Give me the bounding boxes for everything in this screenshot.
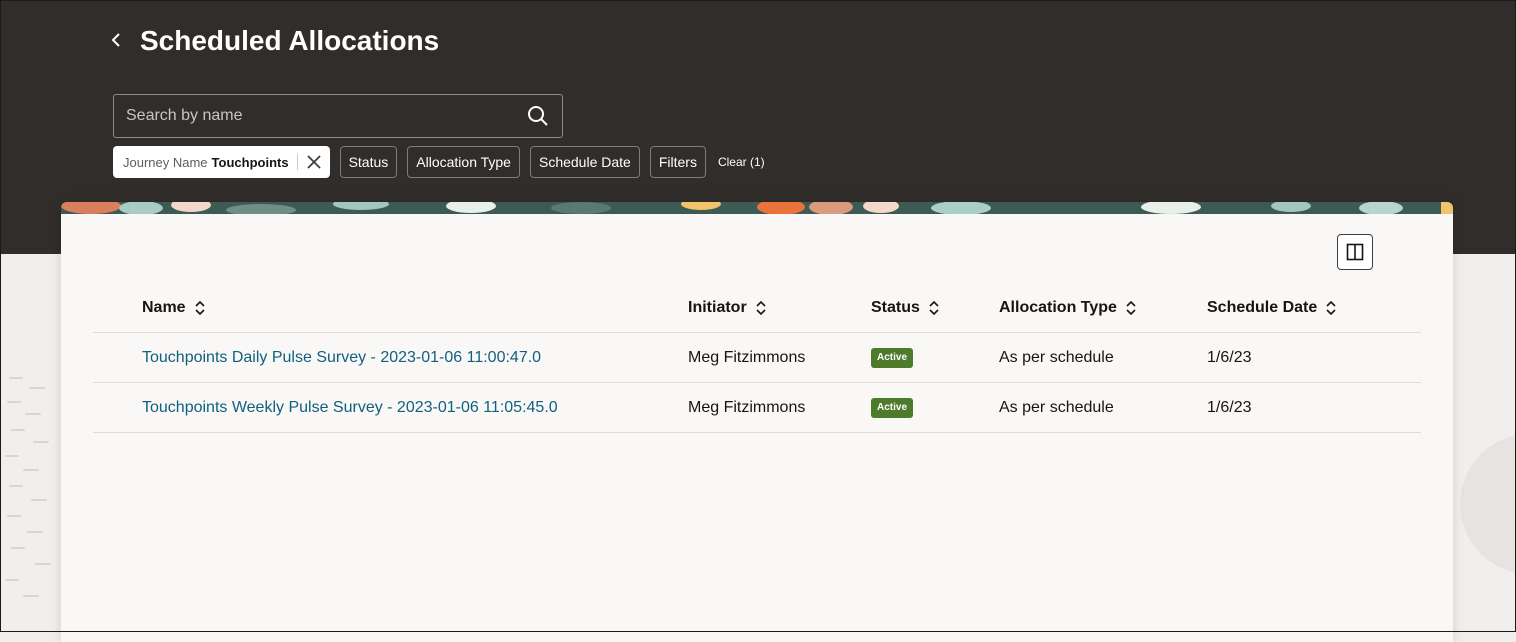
allocation-type-cell: As per schedule [999,348,1114,366]
schedule-date-cell: 1/6/23 [1207,398,1252,416]
clear-filters-link[interactable]: Clear (1) [718,155,765,169]
schedule-date-cell: 1/6/23 [1207,348,1252,366]
table-header: Name Initiator Status Allocation Type Sc… [93,284,1421,333]
allocations-table: Name Initiator Status Allocation Type Sc… [93,284,1421,433]
schedule-date-filter-chip[interactable]: Schedule Date [529,146,640,178]
card-banner [61,202,1453,214]
chip-value: Touchpoints [211,154,289,170]
back-button[interactable] [102,26,130,54]
panel-toggle-button[interactable] [1337,234,1373,270]
column-header-allocation-type[interactable]: Allocation Type [999,284,1137,332]
table-row[interactable]: Touchpoints Weekly Pulse Survey - 2023-0… [93,383,1421,433]
sort-icon [1126,300,1136,316]
chevron-left-icon [111,33,120,47]
initiator-cell: Meg Fitzimmons [688,348,806,366]
journey-name-filter-chip[interactable]: Journey Name Touchpoints [113,146,330,178]
initiator-cell: Meg Fitzimmons [688,398,806,416]
status-badge: Active [871,347,914,368]
allocation-name-link[interactable]: Touchpoints Daily Pulse Survey - 2023-01… [142,349,541,367]
column-header-label: Status [871,299,920,316]
search-icon[interactable] [526,104,550,128]
table-row[interactable]: Touchpoints Daily Pulse Survey - 2023-01… [93,333,1421,383]
column-header-initiator[interactable]: Initiator [688,284,767,332]
sort-icon [929,300,939,316]
results-card: Name Initiator Status Allocation Type Sc… [61,202,1453,642]
sort-icon [195,300,205,316]
panel-toggle-icon [1346,243,1364,261]
column-header-label: Name [142,299,186,316]
status-filter-chip[interactable]: Status [339,146,398,178]
chip-key: Journey Name [123,154,208,170]
sort-icon [756,300,766,316]
column-header-label: Schedule Date [1207,299,1318,316]
filter-chips: Journey Name Touchpoints Status Allocati… [113,146,765,178]
page-title: Scheduled Allocations [140,25,440,56]
search-input[interactable] [114,95,514,137]
chip-divider [296,154,298,170]
column-header-label: Initiator [688,299,747,316]
sort-icon [1326,300,1336,316]
filters-chip[interactable]: Filters [649,146,706,178]
column-header-status[interactable]: Status [871,284,940,332]
status-badge: Active [871,397,914,418]
allocation-name-link[interactable]: Touchpoints Weekly Pulse Survey - 2023-0… [142,399,558,417]
allocation-type-filter-chip[interactable]: Allocation Type [407,146,520,178]
column-header-label: Allocation Type [999,299,1117,316]
column-header-schedule-date[interactable]: Schedule Date [1207,284,1337,332]
search-field[interactable] [113,94,563,138]
column-header-name[interactable]: Name [142,284,206,332]
close-icon[interactable] [306,154,322,170]
allocation-type-cell: As per schedule [999,398,1114,416]
